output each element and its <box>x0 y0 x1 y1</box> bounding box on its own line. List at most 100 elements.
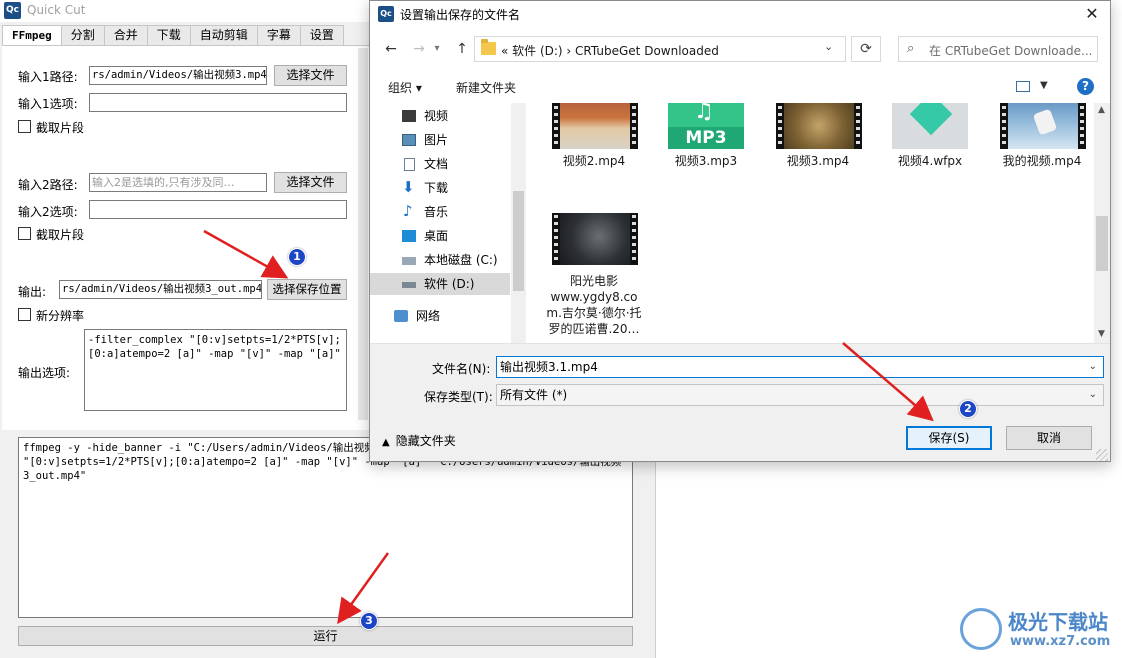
filename-value: 输出视频3.1.mp4 <box>500 360 598 374</box>
scroll-up-icon[interactable]: ▲ <box>1098 105 1105 115</box>
watermark-url: www.xz7.com <box>1010 634 1111 649</box>
tab-settings[interactable]: 设置 <box>300 25 344 46</box>
recent-dropdown-icon[interactable]: ▾ <box>430 38 444 60</box>
video-thumbnail-icon <box>1000 103 1086 149</box>
file-list-scroll-thumb[interactable] <box>1096 216 1108 271</box>
tab-merge[interactable]: 合并 <box>104 25 148 46</box>
command-preview-textarea[interactable]: ffmpeg -y -hide_banner -i "C:/Users/admi… <box>18 437 633 618</box>
annotation-badge-1: 1 <box>288 248 306 266</box>
panel-scrollbar[interactable] <box>358 48 368 420</box>
new-folder-button[interactable]: 新建文件夹 <box>456 79 516 96</box>
input2-clip-checkbox[interactable] <box>18 227 31 240</box>
file-name: 视频3.mp3 <box>674 154 738 168</box>
view-mode-icon[interactable] <box>1016 81 1030 92</box>
file-list: 视频2.mp4 ♫ MP3 视频3.mp3 视频3.mp4 视频4.wfpx 我… <box>526 103 1094 343</box>
save-file-dialog: Qc 设置输出保存的文件名 ✕ ← → ▾ ↑ « 软件 (D:) › CRTu… <box>369 0 1111 462</box>
new-resolution-checkbox[interactable] <box>18 308 31 321</box>
tab-auto-edit[interactable]: 自动剪辑 <box>190 25 258 46</box>
close-icon[interactable]: ✕ <box>1074 1 1110 27</box>
nav-item-music[interactable]: ♪ 音乐 <box>370 201 510 223</box>
nav-item-pictures[interactable]: 图片 <box>370 129 510 151</box>
output-path-field[interactable]: rs/admin/Videos/输出视频3_out.mp4 <box>59 280 262 299</box>
output-label: 输出: <box>18 285 47 299</box>
video-thumbnail-icon <box>552 103 638 149</box>
nav-item-network[interactable]: 网络 <box>370 305 510 327</box>
view-dropdown-icon[interactable]: ▼ <box>1040 80 1048 91</box>
filename-dropdown-icon[interactable]: ⌄ <box>1089 357 1097 377</box>
input2-options-label: 输入2选项: <box>18 205 78 219</box>
nav-item-label: 软件 (D:) <box>424 277 475 291</box>
watermark-logo: 极光下载站 www.xz7.com <box>960 602 1120 654</box>
nav-item-videos[interactable]: 视频 <box>370 105 510 127</box>
pictures-folder-icon <box>402 134 416 146</box>
quickcut-tabs: FFmpeg 分割 合并 下载 自动剪辑 字幕 设置 <box>2 25 344 46</box>
tab-subtitles[interactable]: 字幕 <box>257 25 301 46</box>
forward-arrow-icon[interactable]: → <box>408 38 430 60</box>
address-path: « 软件 (D:) › CRTubeGet Downloaded <box>501 44 719 58</box>
filetype-value: 所有文件 (*) <box>500 388 568 402</box>
drive-c-icon <box>402 257 416 265</box>
input1-clip-checkbox[interactable] <box>18 120 31 133</box>
navigation-pane: 视频 图片 文档 ⬇ 下载 ♪ 音乐 桌面 本地磁盘 (C:) 软件 (D:) <box>370 103 526 343</box>
organize-menu[interactable]: 组织 ▾ <box>388 79 422 96</box>
output-options-textarea[interactable]: -filter_complex "[0:v]setpts=1/2*PTS[v];… <box>84 329 347 411</box>
nav-item-label: 音乐 <box>424 205 449 219</box>
input2-path-field[interactable]: 输入2是选填的,只有涉及同… <box>89 173 267 192</box>
chevron-up-icon: ▲ <box>382 437 390 448</box>
tab-download[interactable]: 下载 <box>147 25 191 46</box>
input1-options-label: 输入1选项: <box>18 97 78 111</box>
file-name: 我的视频.mp4 <box>1002 154 1082 168</box>
input1-options-field[interactable] <box>89 93 347 112</box>
search-box[interactable]: ⌕ 在 CRTubeGet Downloade... <box>898 36 1098 62</box>
input1-path-field[interactable]: rs/admin/Videos/输出视频3.mp4 <box>89 66 267 85</box>
nav-item-label: 桌面 <box>424 229 449 243</box>
watermark-name: 极光下载站 <box>1008 610 1108 634</box>
hide-folders-toggle[interactable]: ▲ 隐藏文件夹 <box>382 432 456 449</box>
resize-grip-icon[interactable] <box>1096 449 1108 461</box>
documents-folder-icon <box>404 158 415 171</box>
wfpx-file-icon <box>892 103 968 149</box>
choose-save-location-button[interactable]: 选择保存位置 <box>267 279 347 300</box>
filetype-select[interactable]: 所有文件 (*) ⌄ <box>496 384 1104 406</box>
input2-path-label: 输入2路径: <box>18 178 78 192</box>
save-button[interactable]: 保存(S) <box>906 426 992 450</box>
tab-ffmpeg[interactable]: FFmpeg <box>2 25 62 46</box>
music-folder-icon: ♪ <box>403 202 413 220</box>
dialog-titlebar: Qc 设置输出保存的文件名 ✕ <box>370 1 1110 27</box>
tab-split[interactable]: 分割 <box>61 25 105 46</box>
quickcut-logo-icon: Qc <box>4 2 21 19</box>
run-button[interactable]: 运行 <box>18 626 633 646</box>
back-arrow-icon[interactable]: ← <box>380 38 402 60</box>
address-bar[interactable]: « 软件 (D:) › CRTubeGet Downloaded <box>474 36 846 62</box>
cancel-button[interactable]: 取消 <box>1006 426 1092 450</box>
file-name: 视频2.mp4 <box>562 154 626 168</box>
nav-item-downloads[interactable]: ⬇ 下载 <box>370 177 510 199</box>
drive-d-icon <box>402 282 416 288</box>
filename-input[interactable]: 输出视频3.1.mp4 ⌄ <box>496 356 1104 378</box>
watermark-circle-icon <box>960 608 1002 650</box>
search-icon: ⌕ <box>907 41 915 56</box>
nav-item-desktop[interactable]: 桌面 <box>370 225 510 247</box>
nav-item-label: 网络 <box>416 309 441 323</box>
input1-choose-file-button[interactable]: 选择文件 <box>274 65 347 86</box>
nav-item-documents[interactable]: 文档 <box>370 153 510 175</box>
input2-choose-file-button[interactable]: 选择文件 <box>274 172 347 193</box>
scroll-down-icon[interactable]: ▼ <box>1098 329 1105 339</box>
nav-item-drive-d[interactable]: 软件 (D:) <box>370 273 510 295</box>
input2-options-field[interactable] <box>89 200 347 219</box>
up-arrow-icon[interactable]: ↑ <box>451 38 473 60</box>
nav-item-label: 下载 <box>424 181 449 195</box>
refresh-icon[interactable]: ⟳ <box>851 36 881 62</box>
input1-path-label: 输入1路径: <box>18 70 78 84</box>
nav-item-label: 文档 <box>424 157 449 171</box>
filetype-label: 保存类型(T): <box>424 390 493 404</box>
nav-item-label: 视频 <box>424 109 449 123</box>
filetype-dropdown-icon[interactable]: ⌄ <box>1089 385 1097 405</box>
video-thumbnail-icon <box>552 213 638 265</box>
desktop-folder-icon <box>402 230 416 242</box>
address-dropdown-icon[interactable]: ⌄ <box>824 40 833 53</box>
help-icon[interactable]: ? <box>1077 78 1094 95</box>
nav-item-drive-c[interactable]: 本地磁盘 (C:) <box>370 249 510 271</box>
output-options-label: 输出选项: <box>18 366 71 380</box>
navigation-scroll-thumb[interactable] <box>513 191 524 291</box>
